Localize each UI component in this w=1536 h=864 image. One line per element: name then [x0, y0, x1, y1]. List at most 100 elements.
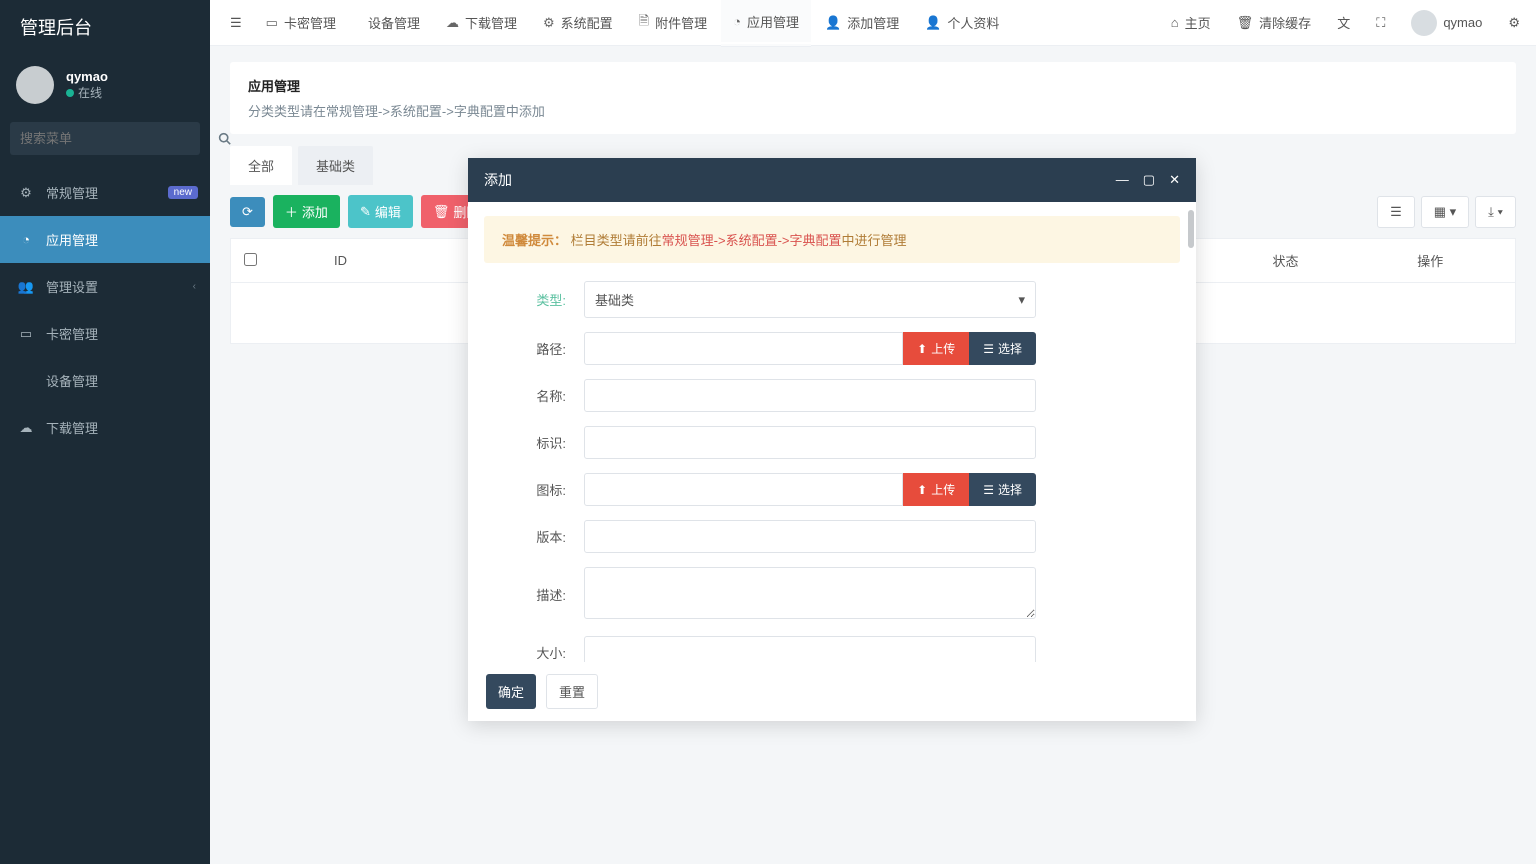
sidebar-search[interactable] — [10, 122, 200, 155]
label-desc: 描述: — [484, 585, 584, 604]
topbar-right: ⌂主页 🗑清除缓存 文 ⛶ qymao ⚙ — [1163, 0, 1528, 46]
avatar[interactable] — [16, 66, 54, 104]
home-link[interactable]: ⌂主页 — [1163, 0, 1219, 46]
page-subtitle: 分类类型请在常规管理->系统配置->字典配置中添加 — [248, 101, 1498, 120]
circle-icon: ◔ — [733, 14, 741, 29]
alert-link[interactable]: 常规管理->系统配置->字典配置 — [662, 233, 842, 248]
list-icon: ☰ — [983, 342, 994, 356]
path-select-button[interactable]: ☰选择 — [969, 332, 1036, 365]
add-modal: 添加 — ▢ ✕ 温馨提示： 栏目类型请前往常规管理->系统配置->字典配置中进… — [468, 158, 1196, 721]
nav-downloads[interactable]: ☁下载管理 — [434, 0, 529, 46]
label-name: 名称: — [484, 386, 584, 405]
submit-button[interactable]: 确定 — [486, 674, 536, 709]
desc-textarea[interactable] — [584, 567, 1036, 619]
view-grid-button[interactable]: ▦ ▾ — [1421, 196, 1469, 228]
clear-cache-link[interactable]: 🗑清除缓存 — [1229, 0, 1320, 46]
users-icon: 👥 — [16, 279, 36, 295]
chevron-left-icon: ‹ — [193, 281, 196, 292]
sidebar: 管理后台 qymao 在线 ⚙ 常规管理 new ◔ 应用管理 👥 管理设置 ‹… — [0, 0, 210, 864]
nav-sysconfig[interactable]: ⚙系统配置 — [531, 0, 625, 46]
th-action[interactable]: 操作 — [1346, 239, 1516, 283]
edit-button[interactable]: ✎编辑 — [348, 195, 413, 228]
path-input[interactable] — [584, 332, 903, 365]
icon-upload-button[interactable]: ⬆上传 — [903, 473, 969, 506]
topbar: ☰ ▭卡密管理 设备管理 ☁下载管理 ⚙系统配置 🗎附件管理 ◔应用管理 👤添加… — [210, 0, 1536, 46]
view-list-button[interactable]: ☰ — [1377, 196, 1415, 228]
cloud-download-icon: ☁ — [446, 15, 459, 31]
user-menu[interactable]: qymao — [1403, 0, 1490, 46]
modal-title: 添加 — [484, 170, 1116, 190]
modal-footer: 确定 重置 — [468, 662, 1196, 721]
sidebar-item-cards[interactable]: ▭ 卡密管理 — [0, 310, 210, 357]
name-input[interactable] — [584, 379, 1036, 412]
refresh-button[interactable]: ⟳ — [230, 197, 265, 227]
nav-addmgr[interactable]: 👤添加管理 — [813, 0, 911, 46]
nav-profile[interactable]: 👤个人资料 — [913, 0, 1011, 46]
minimize-icon[interactable]: — — [1116, 172, 1129, 188]
label-path: 路径: — [484, 339, 584, 358]
card-icon: ▭ — [16, 326, 36, 342]
page-title: 应用管理 — [248, 76, 1498, 95]
ident-input[interactable] — [584, 426, 1036, 459]
tab-basic[interactable]: 基础类 — [298, 146, 373, 185]
modal-body: 温馨提示： 栏目类型请前往常规管理->系统配置->字典配置中进行管理 类型: 基… — [468, 202, 1196, 662]
hamburger-icon[interactable]: ☰ — [218, 15, 254, 31]
add-button[interactable]: ＋添加 — [273, 195, 340, 228]
gear-icon: ⚙ — [543, 15, 555, 31]
avatar — [1411, 10, 1437, 36]
label-ident: 标识: — [484, 433, 584, 452]
sidebar-item-manage[interactable]: 👥 管理设置 ‹ — [0, 263, 210, 310]
path-upload-button[interactable]: ⬆上传 — [903, 332, 969, 365]
reset-button[interactable]: 重置 — [546, 674, 598, 709]
user-panel: qymao 在线 — [0, 56, 210, 122]
fullscreen-icon[interactable]: ⛶ — [1368, 0, 1393, 46]
chevron-down-icon: ▾ — [1018, 292, 1025, 308]
label-type: 类型: — [484, 290, 584, 309]
gears-icon: ⚙ — [16, 185, 36, 201]
user-icon: 👤 — [925, 15, 941, 31]
nav-apps[interactable]: ◔应用管理 — [721, 0, 811, 46]
card-icon: ▭ — [266, 15, 278, 31]
th-status[interactable]: 状态 — [1226, 239, 1346, 283]
export-button[interactable]: ⤓ ▾ — [1475, 196, 1516, 228]
cloud-download-icon: ☁ — [16, 420, 36, 436]
select-all-checkbox[interactable] — [244, 253, 257, 266]
list-icon: ☰ — [983, 483, 994, 497]
settings-icon[interactable]: ⚙ — [1500, 0, 1528, 46]
attachment-icon: 🗎 — [639, 12, 649, 34]
version-input[interactable] — [584, 520, 1036, 553]
sidebar-item-devices[interactable]: 设备管理 — [0, 357, 210, 404]
sidebar-item-downloads[interactable]: ☁ 下载管理 — [0, 404, 210, 451]
icon-select-button[interactable]: ☰选择 — [969, 473, 1036, 506]
close-icon[interactable]: ✕ — [1169, 172, 1180, 188]
label-version: 版本: — [484, 527, 584, 546]
modal-header[interactable]: 添加 — ▢ ✕ — [468, 158, 1196, 202]
sidebar-item-general[interactable]: ⚙ 常规管理 new — [0, 169, 210, 216]
type-select[interactable]: 基础类▾ — [584, 281, 1036, 318]
maximize-icon[interactable]: ▢ — [1143, 172, 1155, 188]
brand-logo: 管理后台 — [0, 0, 210, 56]
search-input[interactable] — [10, 122, 206, 155]
home-icon: ⌂ — [1171, 15, 1179, 30]
status-dot-icon — [66, 89, 74, 97]
th-id[interactable]: ID — [271, 239, 411, 283]
trash-icon: 🗑 — [1237, 15, 1254, 31]
nav-attach[interactable]: 🗎附件管理 — [627, 0, 719, 46]
icon-input[interactable] — [584, 473, 903, 506]
upload-icon: ⬆ — [917, 483, 927, 497]
sidebar-item-apps[interactable]: ◔ 应用管理 — [0, 216, 210, 263]
lang-icon[interactable]: 文 — [1329, 0, 1358, 46]
alert-notice: 温馨提示： 栏目类型请前往常规管理->系统配置->字典配置中进行管理 — [484, 216, 1180, 263]
label-size: 大小: — [484, 643, 584, 662]
label-iconf: 图标: — [484, 480, 584, 499]
user-name: qymao — [66, 69, 108, 84]
upload-icon: ⬆ — [917, 342, 927, 356]
nav-cards[interactable]: ▭卡密管理 — [254, 0, 348, 46]
plus-icon: ＋ — [285, 202, 298, 221]
size-input[interactable] — [584, 636, 1036, 662]
refresh-icon: ⟳ — [242, 204, 253, 220]
tab-all[interactable]: 全部 — [230, 146, 292, 185]
user-icon: 👤 — [825, 15, 841, 31]
scrollbar[interactable] — [1188, 210, 1194, 248]
nav-devices[interactable]: 设备管理 — [350, 0, 432, 46]
